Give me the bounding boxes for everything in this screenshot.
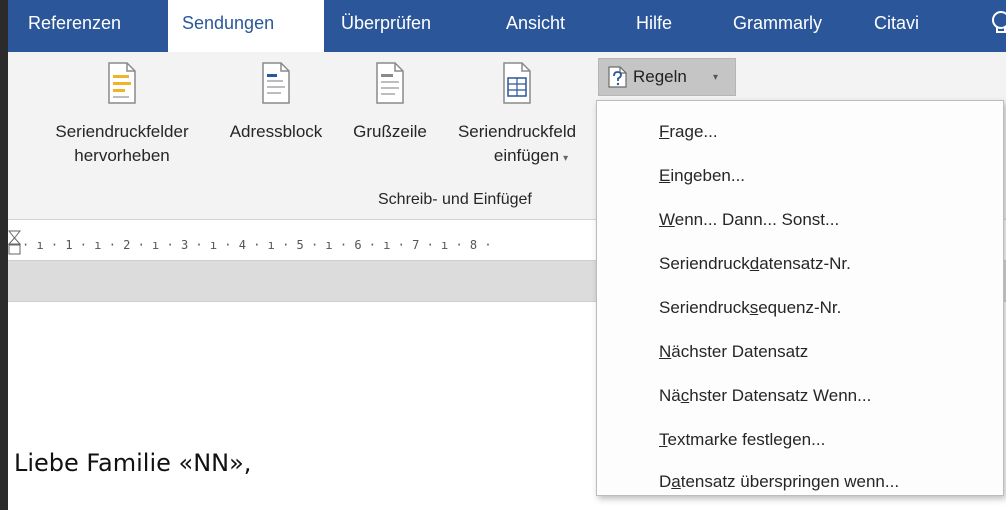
greeting-line-icon <box>376 62 404 104</box>
menu-item-wenn-dann-sonst[interactable]: Wenn... Dann... Sonst... <box>659 205 839 235</box>
address-block-icon <box>262 62 290 104</box>
menu-item-seriendruckdatensatz-nr[interactable]: Seriendruckdatensatz-Nr. <box>659 249 851 279</box>
tab-hilfe[interactable]: Hilfe <box>636 0 672 52</box>
word-window: Referenzen Sendungen Überprüfen Ansicht … <box>8 0 1006 510</box>
highlight-merge-fields-label-2: hervorheben <box>74 146 170 165</box>
tab-referenzen[interactable]: Referenzen <box>28 0 121 52</box>
highlight-fields-icon <box>108 62 136 104</box>
highlight-merge-fields-label-1: Seriendruckfelder <box>55 122 189 141</box>
address-block-button[interactable]: Adressblock <box>214 62 338 144</box>
insert-merge-field-button[interactable]: Seriendruckfeld einfügen ▾ <box>440 62 594 171</box>
menu-item-eingeben[interactable]: Eingeben... <box>659 161 745 191</box>
chevron-down-icon: ▾ <box>713 72 719 83</box>
highlight-merge-fields-button[interactable]: Seriendruckfelder hervorheben <box>30 62 214 168</box>
rules-button[interactable]: Regeln ▾ <box>598 58 736 96</box>
insert-merge-field-label-1: Seriendruckfeld <box>457 122 577 141</box>
menu-item-datensatz-ueberspringen-wenn[interactable]: Datensatz überspringen wenn... <box>659 467 899 497</box>
tab-grammarly[interactable]: Grammarly <box>733 0 822 52</box>
ruler-scale: · ı · 1 · ı · 2 · ı · 3 · ı · 4 · ı · 5 … <box>22 238 492 252</box>
tab-citavi[interactable]: Citavi <box>874 0 919 52</box>
menu-item-textmarke-festlegen[interactable]: Textmarke festlegen... <box>659 425 825 455</box>
insert-merge-field-icon <box>503 62 531 104</box>
group-label-write-insert: Schreib- und Einfügef <box>378 191 532 208</box>
insert-merge-field-label-2: einfügen <box>493 146 560 165</box>
menu-item-naechster-datensatz-wenn[interactable]: Nächster Datensatz Wenn... <box>659 381 871 411</box>
menu-item-naechster-datensatz[interactable]: Nächster Datensatz <box>659 337 808 367</box>
chevron-down-icon: ▾ <box>563 153 569 164</box>
lightbulb-icon[interactable] <box>990 10 1006 38</box>
menu-item-seriendrucksequenz-nr[interactable]: Seriendrucksequenz-Nr. <box>659 293 841 323</box>
address-block-label: Adressblock <box>229 122 323 141</box>
menu-item-frage[interactable]: Frage... <box>659 117 718 147</box>
tab-ueberpruefen[interactable]: Überprüfen <box>341 0 431 52</box>
tab-sendungen[interactable]: Sendungen <box>168 0 324 52</box>
greeting-line-button[interactable]: Grußzeile <box>340 62 440 144</box>
greeting-text[interactable]: Liebe Familie «NN», <box>14 449 251 477</box>
greeting-line-label: Grußzeile <box>353 122 427 141</box>
ribbon-tab-bar: Referenzen Sendungen Überprüfen Ansicht … <box>8 0 1006 52</box>
tab-ansicht[interactable]: Ansicht <box>506 0 565 52</box>
rules-question-icon <box>608 66 627 88</box>
rules-dropdown-menu: Frage... Eingeben... Wenn... Dann... Son… <box>596 100 1004 496</box>
rules-button-label: Regeln <box>633 67 687 86</box>
